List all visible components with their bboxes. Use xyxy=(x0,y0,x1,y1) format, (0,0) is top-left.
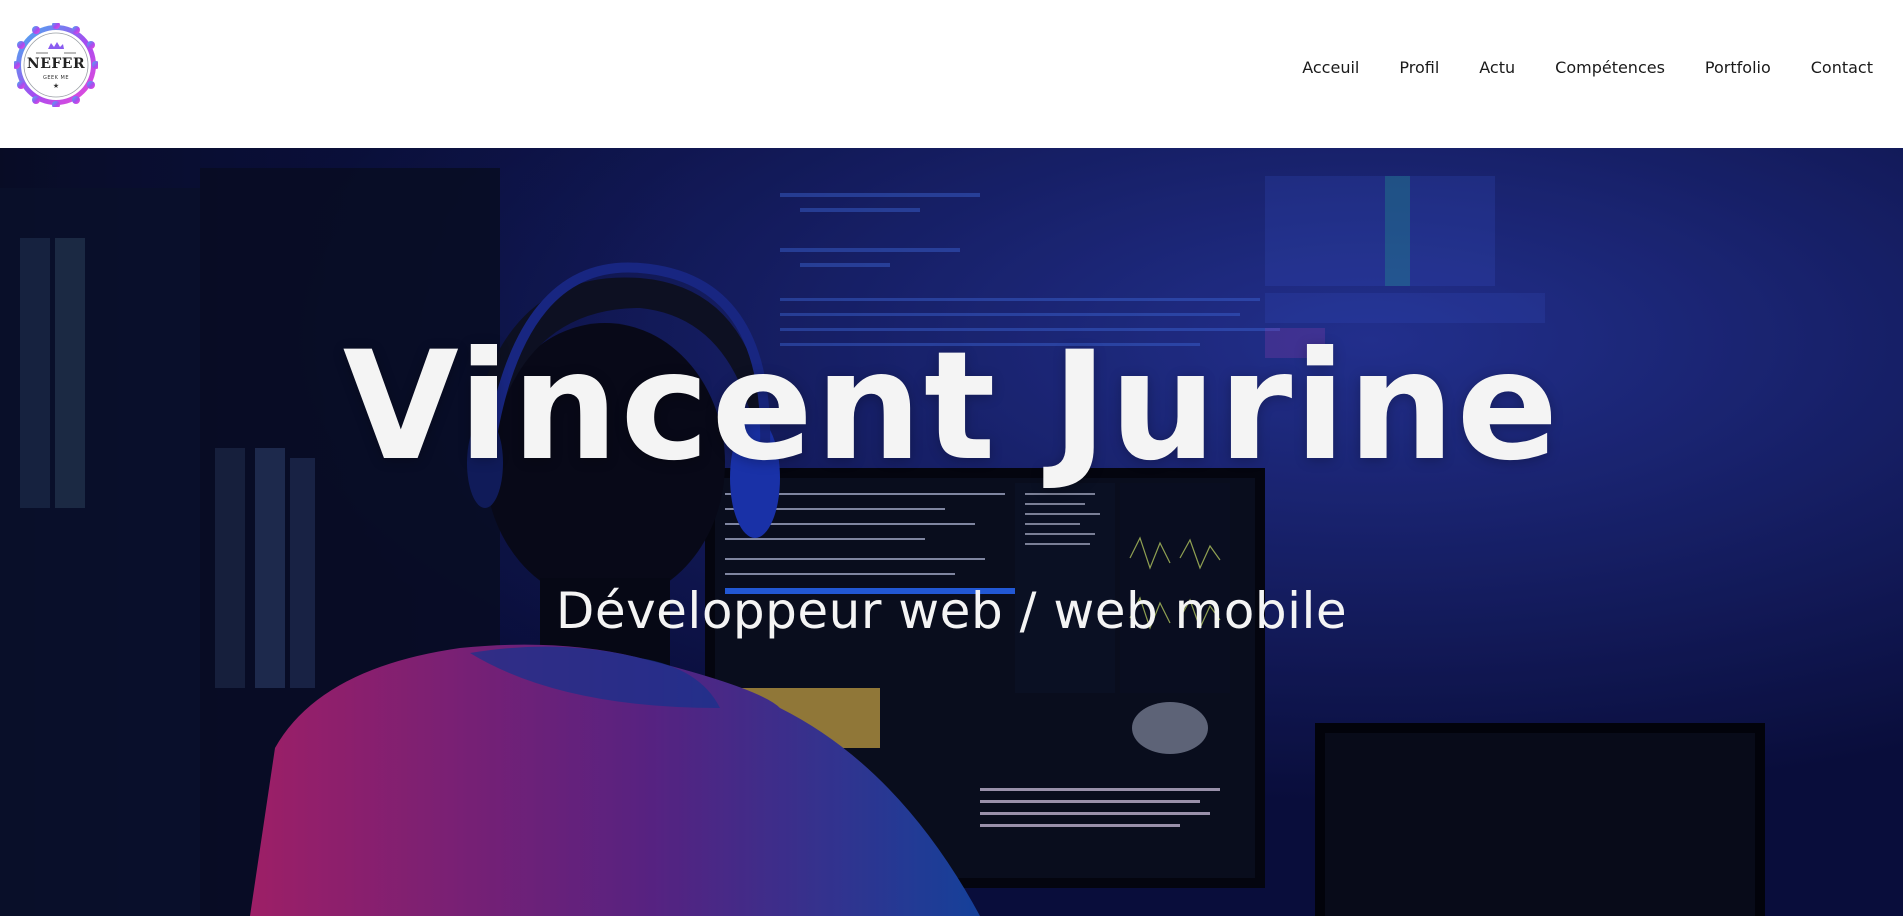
logo-tagline: GEEK ME xyxy=(42,75,70,81)
hero-section: Vincent Jurine Développeur web / web mob… xyxy=(0,148,1903,916)
nav-link-profil[interactable]: Profil xyxy=(1399,58,1439,77)
nav-link-acceuil[interactable]: Acceuil xyxy=(1302,58,1359,77)
nav-link-competences[interactable]: Compétences xyxy=(1555,58,1665,77)
nav-link-actu[interactable]: Actu xyxy=(1479,58,1515,77)
hero-title: Vincent Jurine xyxy=(342,320,1561,494)
hero-background-image xyxy=(0,148,1903,916)
hero-subtitle: Développeur web / web mobile xyxy=(555,582,1348,640)
nav-link-portfolio[interactable]: Portfolio xyxy=(1705,58,1771,77)
site-header: NEFER GEEK ME ★ Acceuil Profil Actu Comp… xyxy=(0,0,1903,148)
site-logo[interactable]: NEFER GEEK ME ★ xyxy=(14,23,98,107)
nav-link-contact[interactable]: Contact xyxy=(1811,58,1873,77)
main-nav: Acceuil Profil Actu Compétences Portfoli… xyxy=(1302,58,1873,77)
star-icon: ★ xyxy=(52,82,60,90)
logo-text: NEFER xyxy=(26,56,86,72)
